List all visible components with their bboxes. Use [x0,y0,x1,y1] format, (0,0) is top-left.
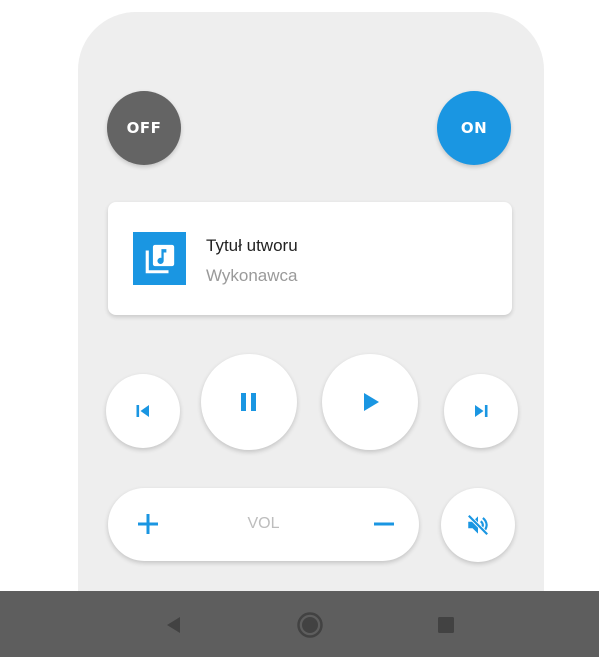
track-title: Tytuł utworu [206,236,298,255]
next-button[interactable] [444,374,518,448]
nav-recent-button[interactable] [432,611,460,639]
nav-home-button[interactable] [296,611,324,639]
power-on-button[interactable]: ON [437,91,511,165]
power-off-button[interactable]: OFF [107,91,181,165]
volume-mute-icon [467,514,489,536]
home-circle-icon [297,612,323,638]
track-artist: Wykonawca [206,266,298,285]
recent-square-icon [438,617,454,633]
system-navigation-bar [0,591,599,657]
power-on-label: ON [460,119,488,137]
music-library-icon [133,232,186,285]
back-triangle-icon [167,617,180,633]
pause-icon [241,393,256,411]
minus-icon [374,522,394,526]
play-button[interactable] [322,354,418,450]
now-playing-card: Tytuł utworu Wykonawca [108,202,512,315]
power-off-label: OFF [126,119,162,137]
play-icon [364,393,379,411]
volume-control: VOL [108,488,419,561]
pause-button[interactable] [201,354,297,450]
skip-next-icon [475,405,488,417]
skip-previous-icon [136,405,149,417]
mute-button[interactable] [441,488,515,562]
previous-button[interactable] [106,374,180,448]
screen: OFF ON Tytuł utworu Wykonawca VOL [0,0,599,657]
nav-back-button[interactable] [159,611,187,639]
volume-down-button[interactable] [368,508,400,540]
